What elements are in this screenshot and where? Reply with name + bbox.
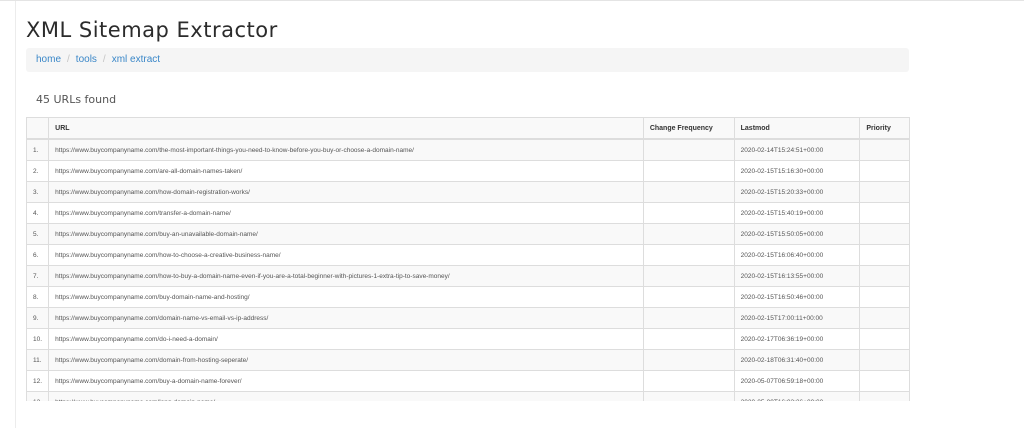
lastmod-cell: 2020-05-09T16:02:26+00:00 (733, 391, 861, 401)
priority-cell (859, 307, 910, 329)
results-table: URL Change Frequency Lastmod Priority 1.… (26, 117, 910, 401)
change-frequency-cell (642, 349, 735, 371)
change-frequency-cell (642, 160, 735, 182)
row-number-cell: 1. (26, 138, 50, 161)
priority-cell (859, 202, 910, 224)
lastmod-cell: 2020-05-07T06:59:18+00:00 (733, 370, 861, 392)
table-row: 5. https://www.buycompanyname.com/buy-an-… (26, 223, 910, 245)
column-header-url: URL (48, 117, 644, 140)
column-header-index (26, 117, 50, 140)
row-number-cell: 5. (26, 223, 50, 245)
lastmod-cell: 2020-02-15T15:20:33+00:00 (733, 181, 861, 203)
lastmod-cell: 2020-02-18T06:31:40+00:00 (733, 349, 861, 371)
lastmod-cell: 2020-02-14T15:24:51+00:00 (733, 138, 861, 161)
table-body: 1. https://www.buycompanyname.com/the-mos… (26, 138, 910, 401)
left-divider (15, 1, 16, 428)
change-frequency-cell (642, 202, 735, 224)
table-row: 9. https://www.buycompanyname.com/domain-… (26, 307, 910, 329)
url-cell[interactable]: https://www.buycompanyname.com/buy-an-un… (48, 223, 644, 245)
table-row: 11. https://www.buycompanyname.com/domain… (26, 349, 910, 371)
table-row: 6. https://www.buycompanyname.com/how-to-… (26, 244, 910, 266)
table-row: 4. https://www.buycompanyname.com/transfe… (26, 202, 910, 224)
table-row: 1. https://www.buycompanyname.com/the-mos… (26, 138, 910, 161)
page-title: XML Sitemap Extractor (26, 18, 278, 42)
url-cell[interactable]: https://www.buycompanyname.com/how-domai… (48, 181, 644, 203)
row-number-cell: 12. (26, 370, 50, 392)
breadcrumb-separator: / (67, 54, 70, 65)
lastmod-cell: 2020-02-15T15:40:19+00:00 (733, 202, 861, 224)
priority-cell (859, 244, 910, 266)
table-header-row: URL Change Frequency Lastmod Priority (26, 117, 910, 140)
priority-cell (859, 391, 910, 401)
change-frequency-cell (642, 138, 735, 161)
row-number-cell: 2. (26, 160, 50, 182)
table-row: 10. https://www.buycompanyname.com/do-i-n… (26, 328, 910, 350)
priority-cell (859, 181, 910, 203)
priority-cell (859, 223, 910, 245)
breadcrumb-xml-extract-link[interactable]: xml extract (112, 54, 160, 65)
breadcrumb: home / tools / xml extract (26, 48, 909, 72)
row-number-cell: 8. (26, 286, 50, 308)
row-number-cell: 11. (26, 349, 50, 371)
url-cell[interactable]: https://www.buycompanyname.com/long-doma… (48, 391, 644, 401)
breadcrumb-tools-link[interactable]: tools (76, 54, 97, 65)
change-frequency-cell (642, 244, 735, 266)
url-cell[interactable]: https://www.buycompanyname.com/how-to-bu… (48, 265, 644, 287)
row-number-cell: 3. (26, 181, 50, 203)
change-frequency-cell (642, 286, 735, 308)
lastmod-cell: 2020-02-15T16:50:46+00:00 (733, 286, 861, 308)
table-row: 8. https://www.buycompanyname.com/buy-dom… (26, 286, 910, 308)
change-frequency-cell (642, 370, 735, 392)
change-frequency-cell (642, 391, 735, 401)
breadcrumb-home-link[interactable]: home (36, 54, 61, 65)
url-cell[interactable]: https://www.buycompanyname.com/do-i-need… (48, 328, 644, 350)
lastmod-cell: 2020-02-15T16:13:55+00:00 (733, 265, 861, 287)
column-header-priority: Priority (859, 117, 910, 140)
lastmod-cell: 2020-02-15T17:00:11+00:00 (733, 307, 861, 329)
priority-cell (859, 370, 910, 392)
table-row: 12. https://www.buycompanyname.com/buy-a-… (26, 370, 910, 392)
change-frequency-cell (642, 307, 735, 329)
row-number-cell: 13. (26, 391, 50, 401)
url-cell[interactable]: https://www.buycompanyname.com/are-all-d… (48, 160, 644, 182)
url-cell[interactable]: https://www.buycompanyname.com/buy-a-dom… (48, 370, 644, 392)
row-number-cell: 7. (26, 265, 50, 287)
change-frequency-cell (642, 265, 735, 287)
url-cell[interactable]: https://www.buycompanyname.com/buy-domai… (48, 286, 644, 308)
change-frequency-cell (642, 181, 735, 203)
priority-cell (859, 160, 910, 182)
table-row: 7. https://www.buycompanyname.com/how-to-… (26, 265, 910, 287)
result-count: 45 URLs found (36, 93, 117, 106)
url-cell[interactable]: https://www.buycompanyname.com/domain-na… (48, 307, 644, 329)
priority-cell (859, 349, 910, 371)
change-frequency-cell (642, 328, 735, 350)
priority-cell (859, 138, 910, 161)
row-number-cell: 9. (26, 307, 50, 329)
lastmod-cell: 2020-02-17T06:36:19+00:00 (733, 328, 861, 350)
priority-cell (859, 286, 910, 308)
url-cell[interactable]: https://www.buycompanyname.com/domain-fr… (48, 349, 644, 371)
column-header-change-frequency: Change Frequency (642, 117, 735, 140)
table-row: 13.https://www.buycompanyname.com/long-d… (26, 391, 910, 401)
url-cell[interactable]: https://www.buycompanyname.com/transfer-… (48, 202, 644, 224)
table-row: 3. https://www.buycompanyname.com/how-dom… (26, 181, 910, 203)
row-number-cell: 4. (26, 202, 50, 224)
column-header-lastmod: Lastmod (733, 117, 861, 140)
priority-cell (859, 265, 910, 287)
lastmod-cell: 2020-02-15T15:16:30+00:00 (733, 160, 861, 182)
table-row: 2. https://www.buycompanyname.com/are-all… (26, 160, 910, 182)
row-number-cell: 10. (26, 328, 50, 350)
breadcrumb-separator: / (102, 54, 106, 65)
lastmod-cell: 2020-02-15T15:50:05+00:00 (733, 223, 861, 245)
priority-cell (859, 328, 910, 350)
lastmod-cell: 2020-02-15T16:06:40+00:00 (733, 244, 861, 266)
change-frequency-cell (642, 223, 735, 245)
page: XML Sitemap Extractor home / tools / xml ext… (0, 0, 1024, 428)
row-number-cell: 6. (26, 244, 50, 266)
results-table-container[interactable]: URL Change Frequency Lastmod Priority 1.… (26, 117, 910, 401)
url-cell[interactable]: https://www.buycompanyname.com/the-most-… (48, 138, 644, 161)
url-cell[interactable]: https://www.buycompanyname.com/how-to-ch… (48, 244, 644, 266)
